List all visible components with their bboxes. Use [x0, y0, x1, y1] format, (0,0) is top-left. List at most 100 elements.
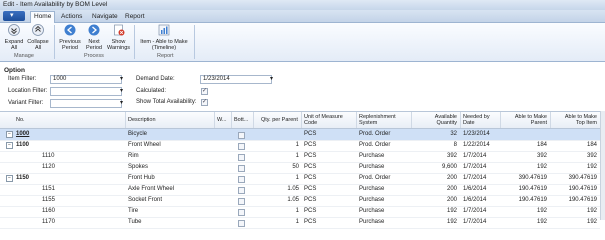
- cell-able-parent: 184: [536, 142, 547, 148]
- cell-bottleneck-checkbox[interactable]: [238, 220, 245, 227]
- able-to-make-timeline-button[interactable]: Item - Able to Make (Timeline): [137, 24, 191, 51]
- cell-description: Front Hub: [128, 175, 155, 181]
- cell-bottleneck-checkbox[interactable]: [238, 154, 245, 161]
- col-header-needed-by[interactable]: Needed by Date: [463, 114, 490, 126]
- next-period-button[interactable]: Next Period: [84, 24, 104, 51]
- options-title: Option: [4, 67, 25, 74]
- cell-bottleneck-checkbox[interactable]: [238, 209, 245, 216]
- col-header-description[interactable]: Description: [128, 117, 156, 123]
- tab-home[interactable]: Home: [30, 11, 56, 23]
- demand-date-field[interactable]: 1/23/2014: [200, 75, 272, 84]
- item-filter-dropdown-icon[interactable]: ▾: [118, 75, 125, 84]
- cell-no: 1160: [42, 208, 55, 214]
- cell-description: Front Wheel: [128, 142, 161, 148]
- cell-uom: PCS: [304, 186, 317, 192]
- col-header-available-qty[interactable]: Available Quantity: [414, 114, 457, 126]
- cell-replenishment: Purchase: [359, 197, 385, 203]
- variant-filter-dropdown-icon[interactable]: ▾: [118, 99, 125, 108]
- cell-able-top: 192: [586, 208, 597, 214]
- cell-qty-per-parent: 1.05: [287, 186, 299, 192]
- cell-qty-per-parent: 1: [295, 208, 299, 214]
- tree-toggle-icon[interactable]: −: [6, 175, 13, 182]
- tree-toggle-icon[interactable]: −: [6, 131, 13, 138]
- col-header-replenishment[interactable]: Replenishment System: [359, 114, 396, 126]
- cell-able-parent: 190.47619: [518, 186, 547, 192]
- cell-available-qty: 200: [446, 197, 457, 203]
- collapse-all-icon: [32, 24, 44, 36]
- cell-available-qty: 200: [446, 186, 457, 192]
- cell-able-top: 190.47619: [568, 186, 597, 192]
- variant-filter-field[interactable]: [50, 99, 122, 108]
- vertical-scrollbar[interactable]: [600, 111, 605, 220]
- demand-date-dropdown-icon[interactable]: ▾: [268, 75, 275, 84]
- col-header-w[interactable]: W...: [217, 117, 226, 123]
- expand-all-label: Expand All: [4, 39, 24, 51]
- location-filter-dropdown-icon[interactable]: ▾: [118, 87, 125, 96]
- cell-uom: PCS: [304, 175, 317, 181]
- col-header-able-top[interactable]: Able to Make Top Item: [553, 114, 597, 126]
- cell-able-top: 190.47619: [568, 197, 597, 203]
- cell-needed-by: 1/7/2014: [463, 175, 487, 181]
- cell-needed-by: 1/6/2014: [463, 186, 487, 192]
- cell-qty-per-parent: 50: [292, 164, 299, 170]
- group-label-manage: Manage: [14, 53, 34, 59]
- grid-header: No. Description W... Bott... Qty. per Pa…: [0, 112, 600, 129]
- cell-available-qty: 9,600: [441, 164, 457, 170]
- show-total-availability-checkbox[interactable]: [201, 98, 208, 106]
- tab-actions[interactable]: Actions: [58, 12, 85, 22]
- show-warnings-icon: [113, 24, 124, 36]
- cell-bottleneck-checkbox[interactable]: [238, 143, 245, 150]
- cell-available-qty: 8: [453, 142, 457, 148]
- cell-able-top: 192: [586, 164, 597, 170]
- col-header-uom[interactable]: Unit of Measure Code: [304, 114, 343, 126]
- cell-replenishment: Purchase: [359, 208, 385, 214]
- cell-able-top: 390.47619: [568, 175, 597, 181]
- cell-uom: PCS: [304, 219, 317, 225]
- cell-bottleneck-checkbox[interactable]: [238, 187, 245, 194]
- cell-description: Tire: [128, 208, 139, 214]
- tab-navigate[interactable]: Navigate: [89, 12, 121, 22]
- chevron-down-icon: ▾: [10, 12, 14, 19]
- ribbon-tabs: ▾ Home Actions Navigate Report: [0, 10, 605, 23]
- expand-all-button[interactable]: Expand All: [4, 24, 24, 51]
- cell-available-qty: 192: [446, 219, 457, 225]
- item-filter-field[interactable]: 1000: [50, 75, 122, 84]
- previous-period-button[interactable]: Previous Period: [57, 24, 83, 51]
- cell-replenishment: Prod. Order: [359, 131, 391, 137]
- group-separator: [54, 25, 55, 59]
- options-section: Option Item Filter: 1000 ▾ Location Filt…: [0, 62, 605, 110]
- calculated-label: Calculated:: [136, 88, 167, 94]
- cell-replenishment: Purchase: [359, 219, 385, 225]
- cell-bottleneck-checkbox[interactable]: [238, 176, 245, 183]
- cell-uom: PCS: [304, 164, 317, 170]
- cell-no: 1120: [42, 164, 55, 170]
- group-separator: [194, 25, 195, 59]
- cell-able-parent: 192: [536, 219, 547, 225]
- cell-bottleneck-checkbox[interactable]: [238, 132, 245, 139]
- cell-qty-per-parent: 1: [295, 175, 299, 181]
- col-header-qty-per-parent[interactable]: Qty. per Parent: [261, 117, 298, 123]
- table-row[interactable]: 1170 Tube 1 PCS Purchase 192 1/7/2014 192 192: [0, 217, 600, 229]
- cell-description: Tube: [128, 219, 142, 225]
- col-header-bottleneck[interactable]: Bott...: [234, 117, 248, 123]
- tree-toggle-icon[interactable]: −: [6, 142, 13, 149]
- show-warnings-button[interactable]: Show Warnings: [105, 24, 132, 51]
- cell-uom: PCS: [304, 208, 317, 214]
- window-titlebar: Edit - Item Availability by BOM Level: [0, 0, 605, 10]
- cell-qty-per-parent: 1: [295, 153, 299, 159]
- col-header-no[interactable]: No.: [16, 117, 25, 123]
- collapse-all-button[interactable]: Collapse All: [26, 24, 50, 51]
- col-header-able-parent[interactable]: Able to Make Parent: [503, 114, 547, 126]
- previous-period-icon: [64, 24, 76, 36]
- tab-report[interactable]: Report: [122, 12, 148, 22]
- cell-bottleneck-checkbox[interactable]: [238, 165, 245, 172]
- cell-no: 1110: [42, 153, 55, 159]
- calculated-checkbox: [201, 87, 208, 95]
- location-filter-field[interactable]: [50, 87, 122, 96]
- cell-needed-by: 1/7/2014: [463, 219, 487, 225]
- cell-able-parent: 190.47619: [518, 197, 547, 203]
- application-menu-button[interactable]: ▾: [3, 11, 25, 21]
- cell-uom: PCS: [304, 197, 317, 203]
- cell-available-qty: 392: [446, 153, 457, 159]
- cell-bottleneck-checkbox[interactable]: [238, 198, 245, 205]
